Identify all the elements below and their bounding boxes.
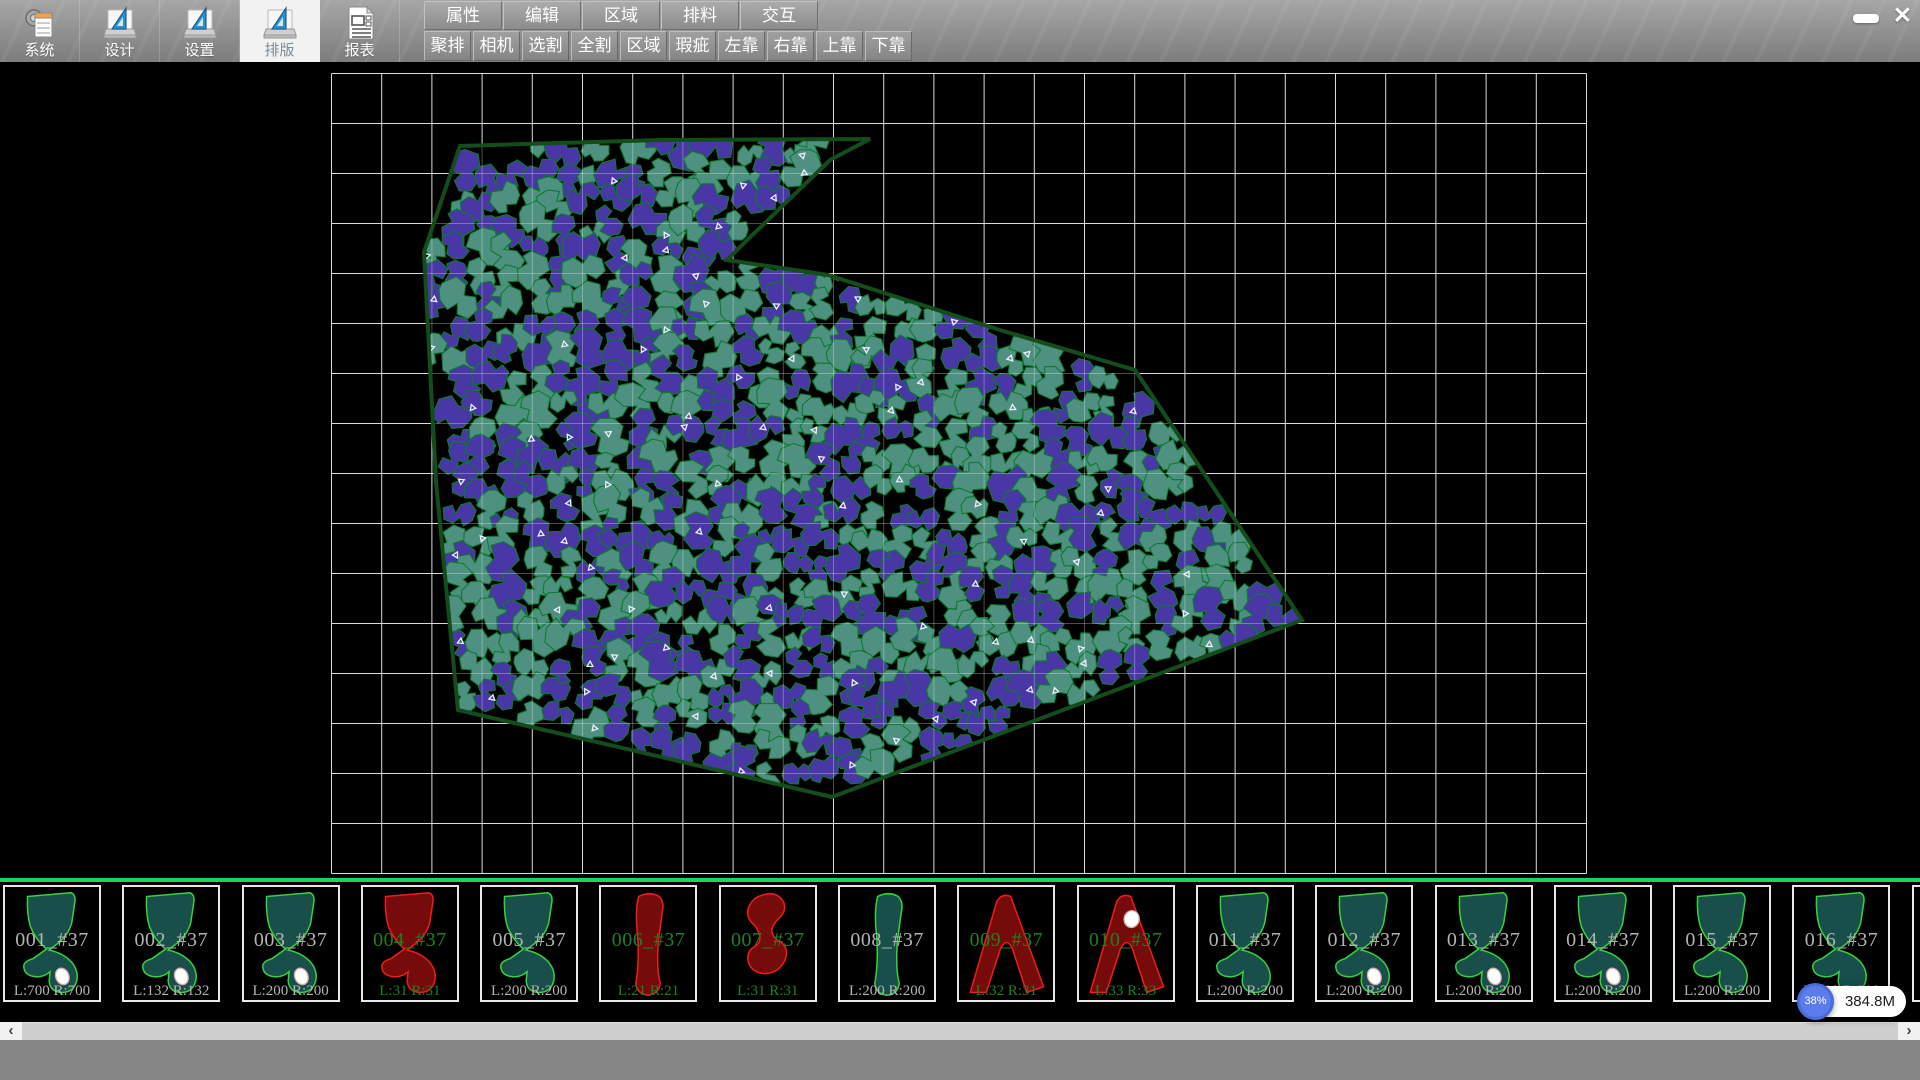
tool-button-7[interactable]: 左靠 [718, 31, 765, 61]
piece-name-label: 015_#37 [1675, 929, 1769, 952]
thumbnail-piece-8[interactable]: 008_#37 L:200 R:200 [838, 885, 936, 1002]
memory-progress-badge: 384.8M 38% [1776, 983, 1906, 1021]
scroll-left-button[interactable]: ‹ [0, 1022, 22, 1040]
app-tab-label: 报表 [344, 42, 374, 60]
piece-lr-count-label: L:700 R:700 [5, 983, 99, 1000]
piece-name-label: 005_#37 [482, 929, 576, 952]
menu-item-2[interactable]: 编辑 [503, 1, 581, 30]
top-toolbar: 系统设计设置排版报表 属性编辑区域排料交互 聚排相机选割全割区域瑕疵左靠右靠上靠… [0, 0, 1920, 62]
piece-name-label: 014_#37 [1556, 929, 1650, 952]
menu-item-3[interactable]: 区域 [582, 1, 660, 30]
piece-lr-count-label: L:200 R:200 [1198, 983, 1292, 1000]
piece-lr-count-label: L:32 R:31 [959, 983, 1053, 1000]
piece-lr-count-label: L:200 R:200 [244, 983, 338, 1000]
app-tab-5[interactable]: 报表 [320, 0, 400, 62]
design-ruler-icon [101, 4, 139, 42]
app-tab-label: 设置 [184, 42, 214, 60]
bottom-status-bar [0, 1040, 1920, 1080]
hide-nesting-view [0, 62, 1920, 878]
piece-name-label: 007_#37 [721, 929, 815, 952]
thumbnail-piece-9[interactable]: 009_#37 L:32 R:31 [957, 885, 1055, 1002]
piece-lr-count-label: L:200 R:200 [840, 983, 934, 1000]
app-tab-3[interactable]: 设置 [160, 0, 240, 62]
piece-thumbnail-strip: 001_#37 L:700 R:700 002_#37 L:132 R:132 003_… [0, 878, 1920, 1008]
thumbnail-piece-14[interactable]: 014_#37 L:200 R:200 [1554, 885, 1652, 1002]
progress-percent-badge: 38% [1797, 983, 1834, 1020]
app-tab-label: 排版 [264, 42, 294, 60]
piece-lr-count-label: L:31 R:31 [721, 983, 815, 1000]
menu-item-5[interactable]: 交互 [740, 1, 818, 30]
window-controls: ✕ [1853, 2, 1912, 28]
piece-name-label: 002_#37 [124, 929, 218, 952]
app-tab-label: 设计 [104, 42, 134, 60]
close-icon[interactable]: ✕ [1893, 2, 1912, 28]
thumbnail-piece-5[interactable]: 005_#37 L:200 R:200 [480, 885, 578, 1002]
app-tab-2[interactable]: 设计 [80, 0, 160, 62]
piece-name-label: 012_#37 [1317, 929, 1411, 952]
piece-lr-count-label: L:200 R:200 [1675, 983, 1769, 1000]
scrollbar-track[interactable] [22, 1022, 1898, 1040]
piece-name-label: 016_#37 [1794, 929, 1888, 952]
thumbnail-piece-13[interactable]: 013_#37 L:200 R:200 [1435, 885, 1533, 1002]
thumbnail-piece-1[interactable]: 001_#37 L:700 R:700 [3, 885, 101, 1002]
piece-lr-count-label: L:200 R:200 [1556, 983, 1650, 1000]
tool-button-row: 聚排相机选割全割区域瑕疵左靠右靠上靠下靠 [424, 31, 912, 61]
piece-name-label: 013_#37 [1437, 929, 1531, 952]
tool-button-6[interactable]: 瑕疵 [669, 31, 716, 61]
app-tab-1[interactable]: 系统 [0, 0, 80, 62]
piece-name-label: 004_#37 [363, 929, 457, 952]
tool-button-4[interactable]: 全割 [571, 31, 618, 61]
thumbnail-piece-7[interactable]: 007_#37 L:31 R:31 [719, 885, 817, 1002]
piece-lr-count-label: L:21 R:21 [601, 983, 695, 1000]
piece-name-label: 001_#37 [5, 929, 99, 952]
piece-lr-count-label: L:132 R:132 [124, 983, 218, 1000]
piece-name-label: 003_#37 [244, 929, 338, 952]
piece-name-label: 009_#37 [959, 929, 1053, 952]
tool-button-3[interactable]: 选割 [522, 31, 569, 61]
thumbnail-piece-2[interactable]: 002_#37 L:132 R:132 [122, 885, 220, 1002]
piece-name-label: 008_#37 [840, 929, 934, 952]
menu-item-4[interactable]: 排料 [661, 1, 739, 30]
app-tab-label: 系统 [24, 42, 54, 60]
menu-bar: 属性编辑区域排料交互 [424, 1, 819, 30]
thumbnail-piece-6[interactable]: 006_#37 L:21 R:21 [599, 885, 697, 1002]
piece-name-label: 011_#37 [1198, 929, 1292, 952]
menu-item-1[interactable]: 属性 [424, 1, 502, 30]
horizontal-scrollbar[interactable]: ‹ › [0, 1022, 1920, 1040]
piece-lr-count-label: L:31 R:31 [363, 983, 457, 1000]
report-doc-icon [341, 4, 379, 42]
piece-lr-count-label: L:200 R:200 [1437, 983, 1531, 1000]
settings-ruler-icon [181, 4, 219, 42]
piece-lr-count-label: L: [1914, 983, 1920, 1000]
piece-lr-count-label: L:33 R:33 [1079, 983, 1173, 1000]
thumbnail-piece-12[interactable]: 012_#37 L:200 R:200 [1315, 885, 1413, 1002]
piece-name-label: 006_#37 [601, 929, 695, 952]
tool-button-5[interactable]: 区域 [620, 31, 667, 61]
thumbnail-piece-15[interactable]: 015_#37 L:200 R:200 [1673, 885, 1771, 1002]
piece-lr-count-label: L:200 R:200 [482, 983, 576, 1000]
minimize-icon[interactable] [1853, 14, 1879, 23]
thumbnail-piece-4[interactable]: 004_#37 L:31 R:31 [361, 885, 459, 1002]
thumbnail-list: 001_#37 L:700 R:700 002_#37 L:132 R:132 003_… [0, 882, 1920, 1002]
strip-lower-gap [0, 1008, 1920, 1022]
tool-button-9[interactable]: 上靠 [816, 31, 863, 61]
tool-button-10[interactable]: 下靠 [865, 31, 912, 61]
thumbnail-piece-11[interactable]: 011_#37 L:200 R:200 [1196, 885, 1294, 1002]
piece-lr-count-label: L:200 R:200 [1317, 983, 1411, 1000]
scroll-right-button[interactable]: › [1898, 1022, 1920, 1040]
tool-button-2[interactable]: 相机 [473, 31, 520, 61]
nesting-canvas[interactable] [0, 62, 1920, 878]
app-tab-4[interactable]: 排版 [240, 0, 320, 62]
tool-button-1[interactable]: 聚排 [424, 31, 471, 61]
piece-name-label: 010_#37 [1079, 929, 1173, 952]
thumbnail-piece-17[interactable]: L: [1912, 885, 1920, 1002]
thumbnail-piece-10[interactable]: 010_#37 L:33 R:33 [1077, 885, 1175, 1002]
layout-ruler-icon [261, 4, 299, 42]
thumbnail-piece-3[interactable]: 003_#37 L:200 R:200 [242, 885, 340, 1002]
tool-button-8[interactable]: 右靠 [767, 31, 814, 61]
system-gear-icon [21, 4, 59, 42]
app-mode-buttons: 系统 设计 设置 排版 报表 [0, 0, 400, 62]
